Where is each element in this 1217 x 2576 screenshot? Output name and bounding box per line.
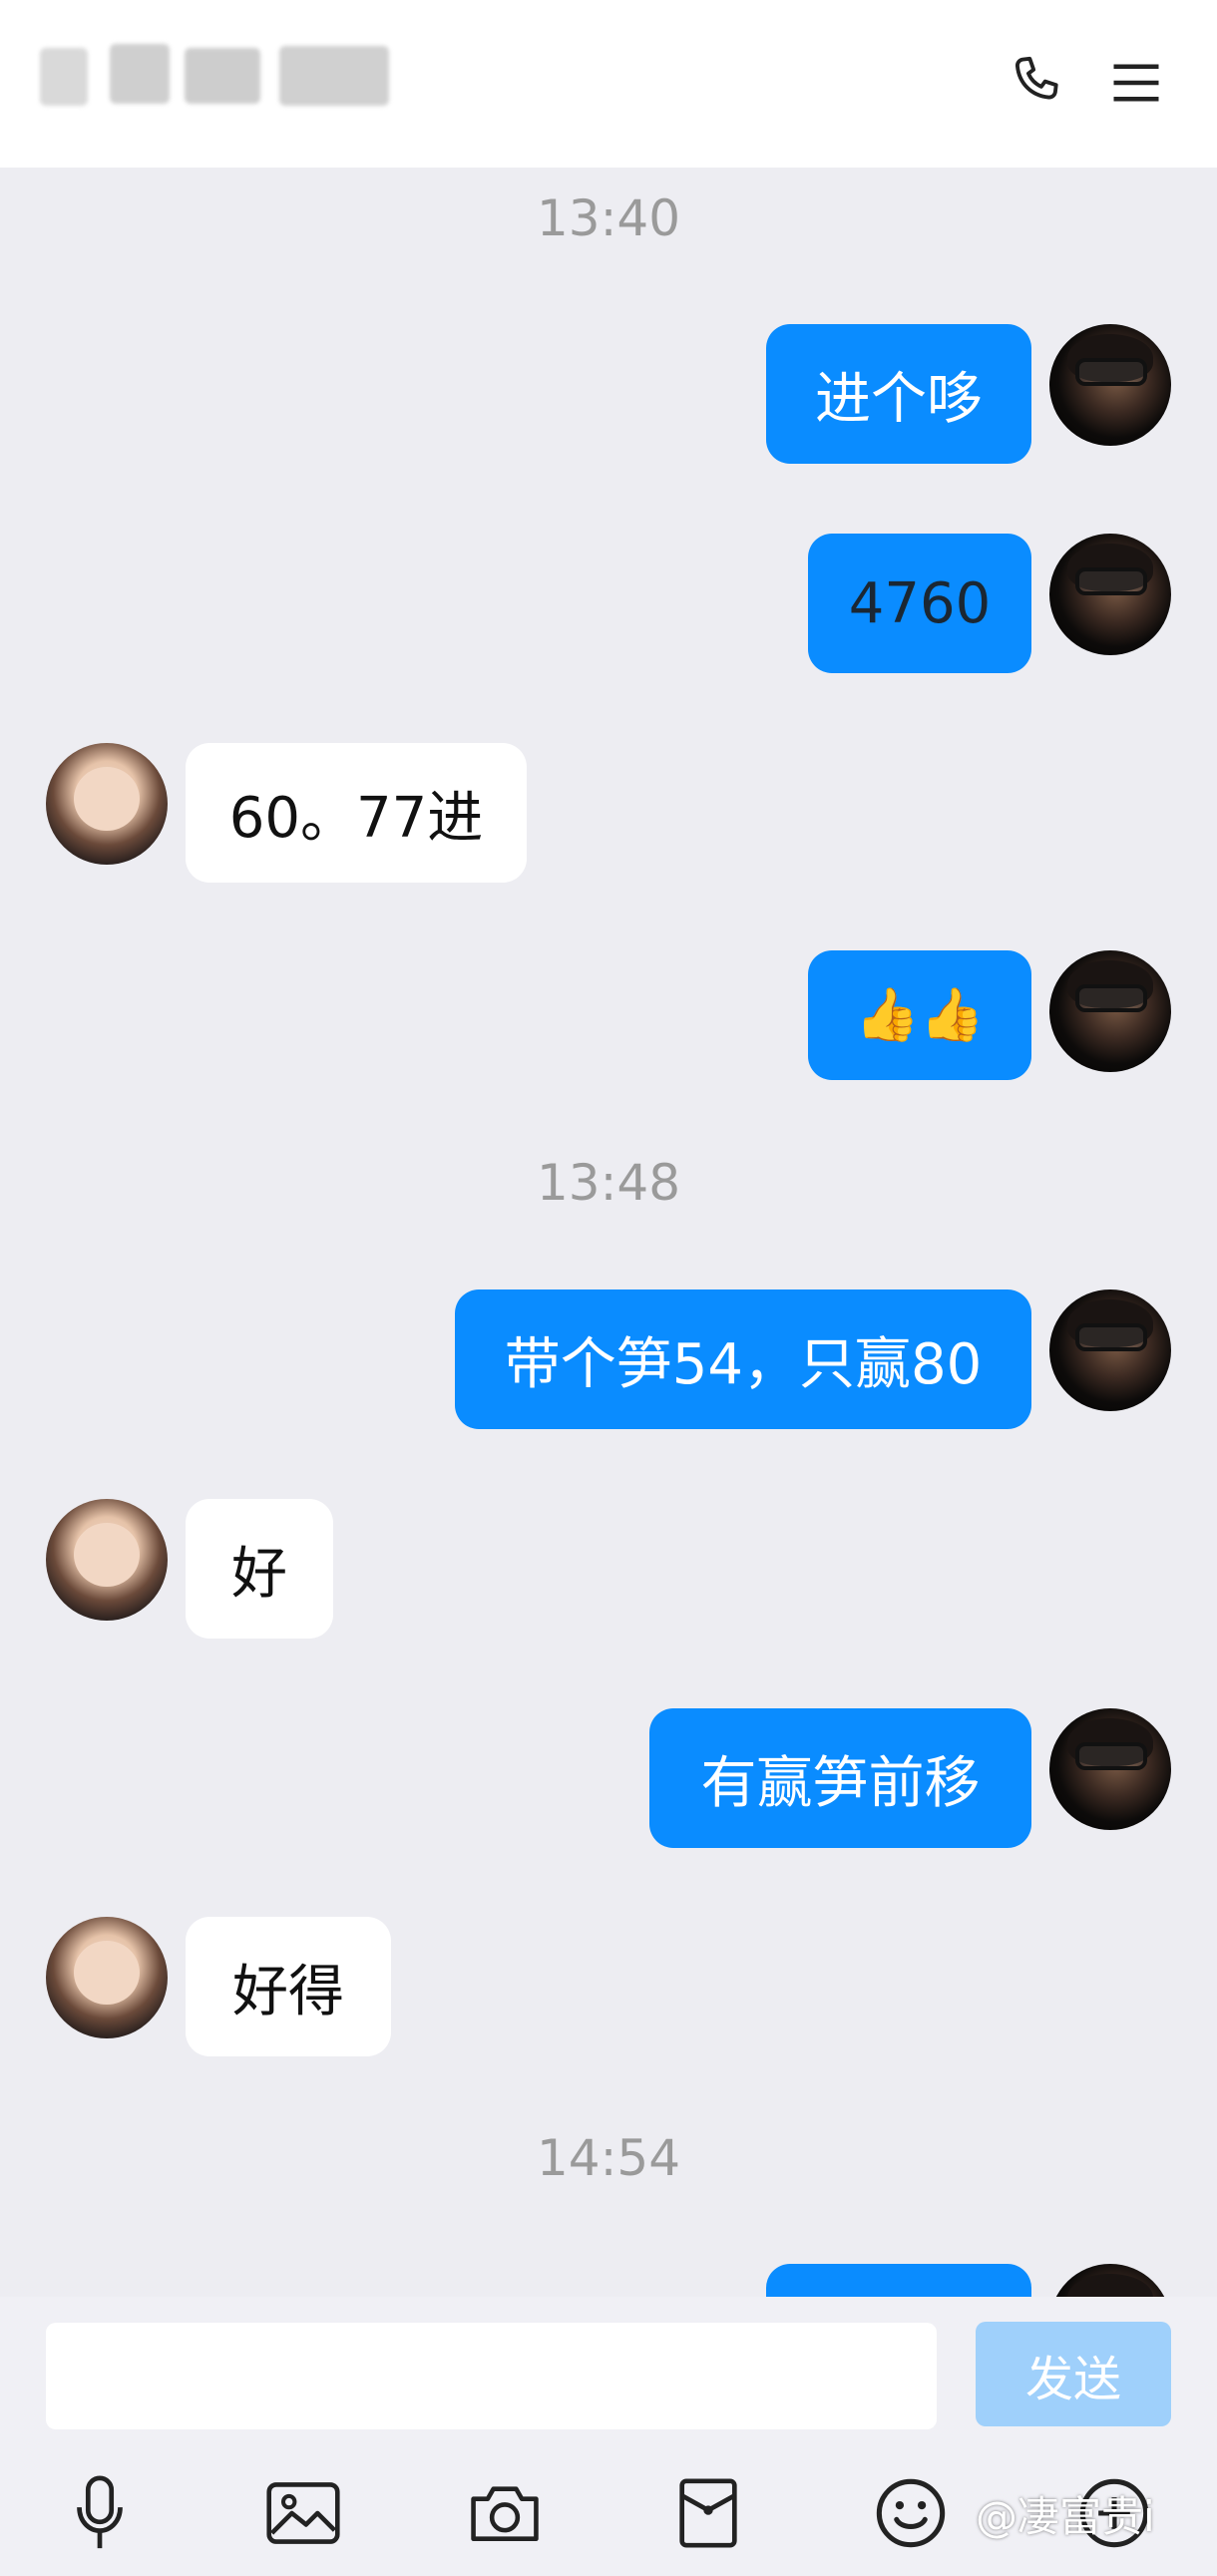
message-bubble-outgoing[interactable]: 带个笋54，只赢80 <box>455 1289 1031 1429</box>
red-packet-icon[interactable] <box>663 2468 753 2558</box>
avatar-contact[interactable] <box>46 743 168 865</box>
chat-header <box>0 0 1217 168</box>
timestamp: 13:48 <box>536 1154 681 1212</box>
send-button[interactable]: 发送 <box>976 2322 1171 2426</box>
avatar-self[interactable] <box>1049 1708 1171 1830</box>
watermark: @凄富贵i <box>976 2492 1155 2541</box>
message-bubble-outgoing[interactable]: 有赢笋前移 <box>649 1708 1031 1848</box>
message-bubble-incoming[interactable]: 好得 <box>186 1917 391 2056</box>
avatar-contact[interactable] <box>46 1917 168 2038</box>
message-input[interactable] <box>46 2323 937 2429</box>
phone-icon[interactable] <box>1003 48 1072 118</box>
menu-icon[interactable] <box>1101 48 1171 118</box>
message-bubble-incoming[interactable]: 好 <box>186 1499 333 1639</box>
timestamp: 13:40 <box>536 189 681 247</box>
thumbs-up-icon: 👍👍 <box>855 985 985 1045</box>
avatar-self[interactable] <box>1049 324 1171 446</box>
camera-icon[interactable] <box>460 2468 550 2558</box>
contact-name-blurred <box>40 40 559 120</box>
avatar-self[interactable] <box>1049 950 1171 1072</box>
image-icon[interactable] <box>258 2468 348 2558</box>
message-bubble-outgoing[interactable]: 4760 <box>808 534 1031 673</box>
timestamp: 14:54 <box>536 2129 681 2187</box>
microphone-icon[interactable] <box>55 2468 145 2558</box>
emoji-icon[interactable] <box>866 2468 956 2558</box>
message-bubble-outgoing[interactable]: 进个哆 <box>766 324 1031 464</box>
avatar-contact[interactable] <box>46 1499 168 1621</box>
message-bubble-outgoing[interactable]: 👍👍 <box>808 950 1031 1080</box>
message-bubble-incoming[interactable]: 60。77进 <box>186 743 527 883</box>
avatar-self[interactable] <box>1049 534 1171 655</box>
avatar-self[interactable] <box>1049 1289 1171 1411</box>
